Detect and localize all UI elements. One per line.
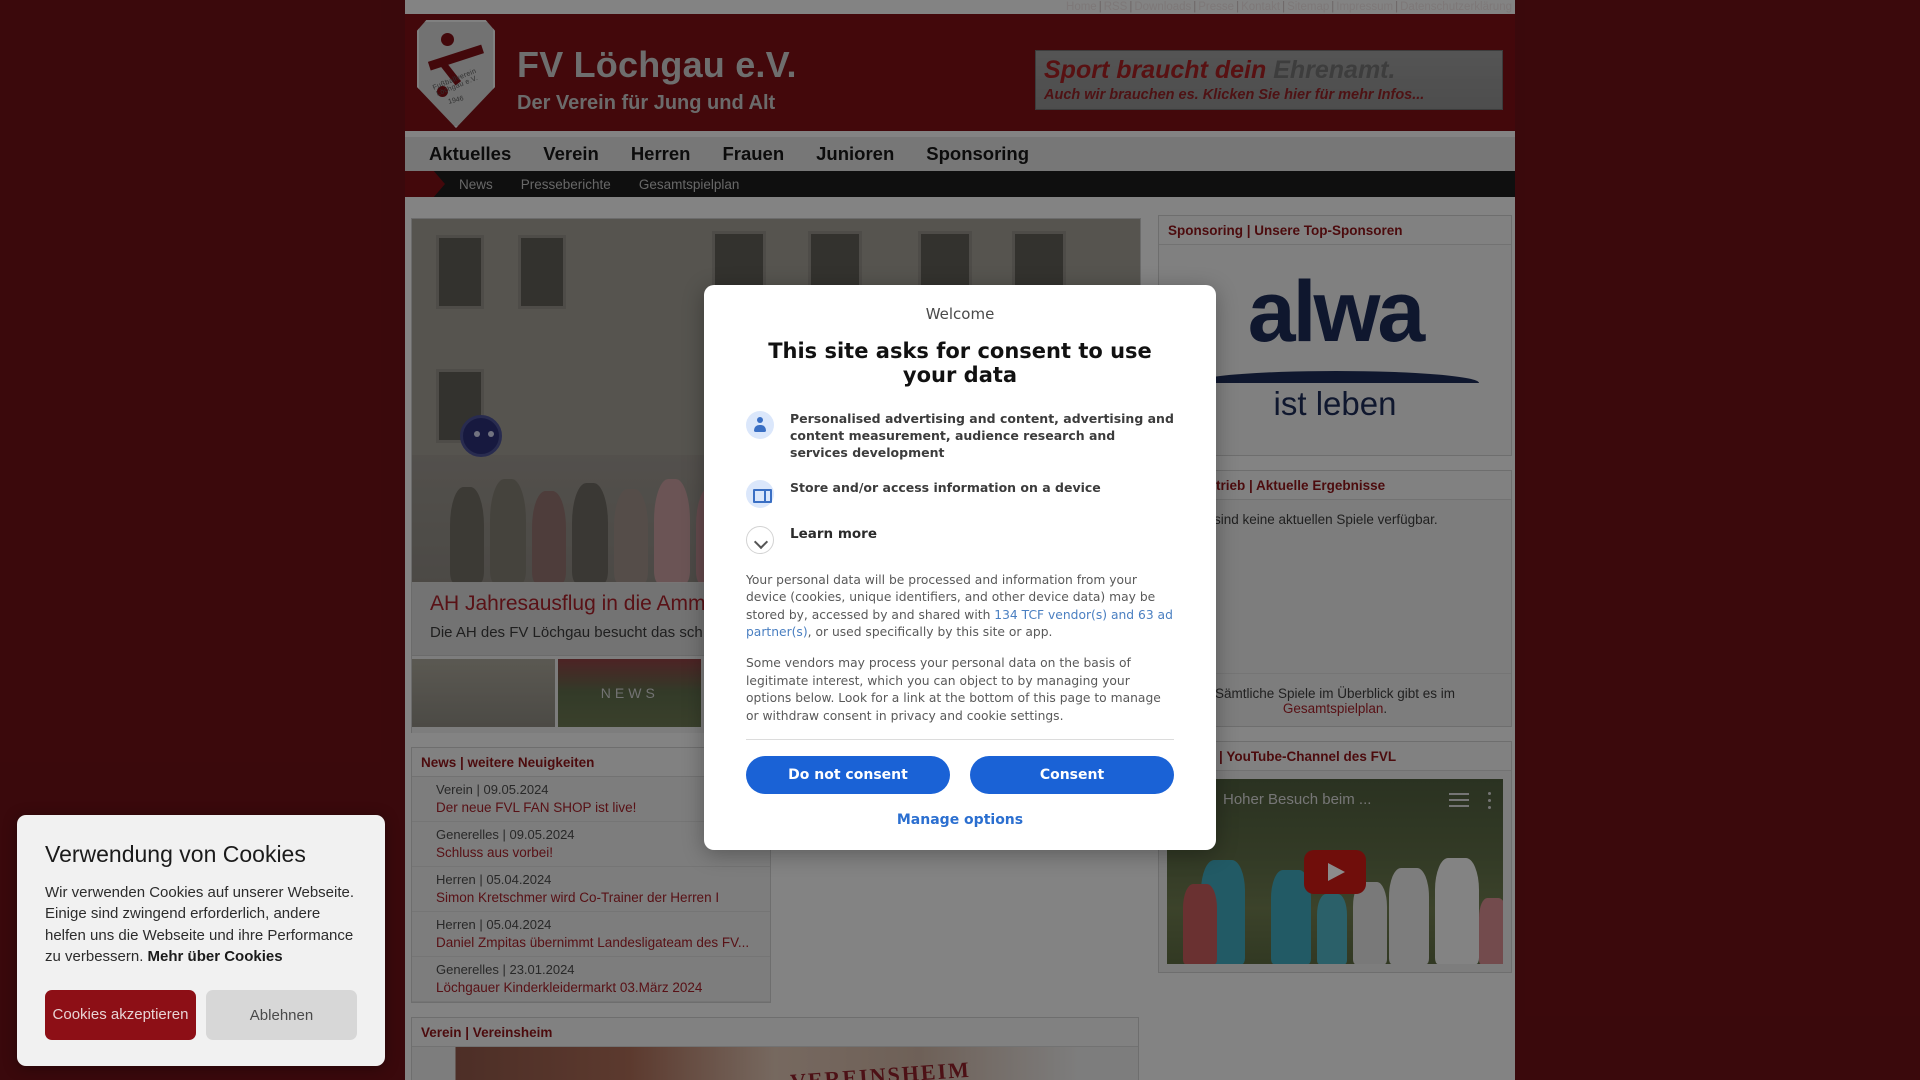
chevron-down-icon[interactable] (746, 525, 774, 554)
consent-learn-more-row[interactable]: Learn more (746, 525, 1174, 554)
consent-purpose-row: Store and/or access information on a dev… (746, 479, 1174, 508)
cookie-banner-actions: Cookies akzeptieren Ablehnen (45, 989, 357, 1041)
cookie-more-link[interactable]: Mehr über Cookies (148, 948, 283, 965)
consent-purpose-text: Personalised advertising and content, ad… (790, 411, 1174, 460)
cookie-banner-text: Wir verwenden Cookies auf unserer Websei… (45, 882, 357, 968)
consent-headline: This site asks for consent to use your d… (768, 339, 1152, 387)
consent-learn-more-label[interactable]: Learn more (790, 526, 877, 542)
consent-p1-after: , or used specifically by this site or a… (807, 624, 1053, 639)
consent-purpose-text: Store and/or access information on a dev… (790, 479, 1101, 495)
consent-action-row: Do not consent Consent (746, 756, 1174, 795)
consent-paragraph-1: Your personal data will be processed and… (746, 572, 1174, 642)
cookies-accept-button[interactable]: Cookies akzeptieren (45, 989, 196, 1041)
person-icon (746, 411, 774, 439)
consent-divider (746, 739, 1174, 741)
cookies-decline-button[interactable]: Ablehnen (206, 989, 357, 1041)
device-icon (746, 479, 774, 508)
consent-dialog: Welcome This site asks for consent to us… (704, 285, 1216, 851)
consent-welcome-label: Welcome (925, 305, 995, 323)
do-not-consent-button[interactable]: Do not consent (746, 756, 950, 795)
consent-purpose-row: Personalised advertising and content, ad… (746, 411, 1174, 462)
manage-options-link[interactable]: Manage options (746, 812, 1174, 828)
cookie-banner: Verwendung von Cookies Wir verwenden Coo… (17, 815, 385, 1067)
consent-button[interactable]: Consent (970, 756, 1174, 795)
cookie-banner-title: Verwendung von Cookies (45, 841, 306, 867)
consent-paragraph-2: Some vendors may process your personal d… (746, 656, 1161, 723)
page-root: Home | RSS | Downloads | Presse | Kontakt | Sitema… (0, 0, 1920, 1080)
